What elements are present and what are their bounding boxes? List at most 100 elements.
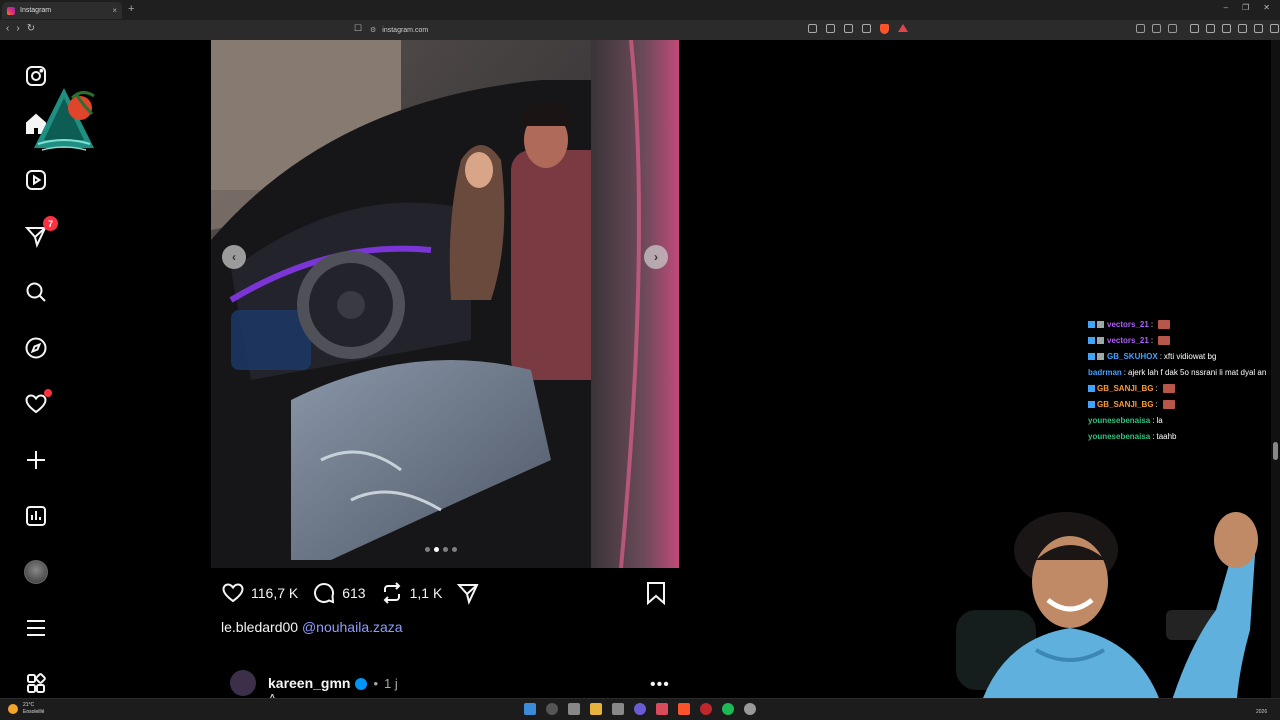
notifications-heart-icon[interactable] — [22, 389, 52, 418]
more-options-icon[interactable]: ••• — [650, 676, 670, 694]
nav-buttons: ‹ › ↻ — [6, 23, 35, 34]
dashboard-icon[interactable] — [22, 502, 50, 530]
chat-message: younesebenaisa : la — [1088, 412, 1280, 428]
taskbar-apps — [524, 703, 756, 715]
zoom-icon[interactable] — [844, 24, 853, 33]
search-icon[interactable] — [546, 703, 558, 715]
sidebar-icon[interactable] — [1206, 24, 1215, 33]
wallet-icon[interactable] — [1238, 24, 1247, 33]
window-controls: – ❐ ✕ — [1224, 3, 1270, 12]
caption-username[interactable]: le.bledard00 — [221, 619, 298, 635]
also-from-meta-icon[interactable] — [22, 670, 50, 698]
chat-message: GB_SANJI_BG : — [1088, 380, 1280, 396]
chat-username: GB_SANJI_BG — [1097, 399, 1154, 409]
weather-condition: Ensoleillé — [23, 709, 45, 715]
profile-avatar[interactable] — [22, 558, 50, 586]
chat-emote-icon — [1158, 335, 1171, 345]
chat-message: GB_SKUHOX : xfti vidiowat bg — [1088, 348, 1280, 364]
create-icon[interactable] — [22, 446, 50, 474]
site-info-icon[interactable]: ⚙ — [370, 26, 376, 34]
obs-icon[interactable] — [700, 703, 712, 715]
scrollbar-thumb[interactable] — [1273, 442, 1278, 460]
close-window-button[interactable]: ✕ — [1263, 3, 1270, 12]
chat-badge-icon — [1088, 400, 1095, 408]
chat-message: GB_SANJI_BG : — [1088, 396, 1280, 412]
messages-icon[interactable]: 7 — [22, 216, 58, 250]
file-explorer-icon[interactable] — [590, 703, 602, 715]
chat-text: : — [1152, 431, 1155, 441]
more-menu-icon[interactable] — [22, 614, 50, 642]
vpn-shield-icon[interactable] — [1270, 24, 1279, 33]
extension-icon[interactable] — [1168, 24, 1177, 33]
new-tab-button[interactable]: + — [128, 3, 134, 15]
maximize-button[interactable]: ❐ — [1242, 3, 1249, 12]
carousel-dot — [434, 547, 439, 552]
verified-badge-icon — [355, 678, 368, 690]
comment-username[interactable]: kareen_gmn — [268, 675, 350, 691]
chat-emote-icon — [1162, 383, 1175, 393]
forward-icon[interactable]: › — [16, 23, 19, 34]
carousel-next-button[interactable]: › — [644, 245, 668, 269]
post-image[interactable]: ‹ › — [211, 40, 679, 568]
extension-icon[interactable] — [1152, 24, 1161, 33]
reels-icon[interactable] — [22, 166, 50, 194]
chat-text: : — [1150, 319, 1154, 329]
minimize-button[interactable]: – — [1224, 3, 1228, 12]
spotify-icon[interactable] — [722, 703, 734, 715]
store-icon[interactable] — [612, 703, 624, 715]
carousel-dot — [425, 547, 430, 552]
cast-icon[interactable] — [826, 24, 835, 33]
comment-avatar[interactable] — [230, 670, 256, 696]
chat-message: vectors_21 : — [1088, 316, 1280, 332]
reload-icon[interactable]: ↻ — [27, 23, 35, 34]
translate-icon[interactable] — [808, 24, 817, 33]
share-icon[interactable] — [862, 24, 871, 33]
brave-rewards-icon[interactable] — [898, 24, 908, 32]
windows-taskbar: 21°C Ensoleillé 2026 — [0, 698, 1280, 720]
save-button[interactable] — [645, 581, 667, 610]
media-icon[interactable] — [1190, 24, 1199, 33]
carousel-dot — [443, 547, 448, 552]
avatar — [24, 560, 48, 584]
comment-button[interactable]: 613 — [312, 581, 366, 605]
sun-icon — [8, 704, 18, 714]
tab-close-icon[interactable]: × — [112, 6, 117, 15]
vpn-icon[interactable] — [1136, 24, 1145, 33]
repost-count: 1,1 K — [409, 585, 443, 601]
start-icon[interactable] — [524, 703, 536, 715]
caption-mention[interactable]: @nouhaila.zaza — [302, 619, 403, 635]
tab-instagram[interactable]: Instagram × — [2, 2, 122, 19]
leo-icon[interactable] — [1254, 24, 1263, 33]
taskbar-clock[interactable]: 2026 — [1256, 709, 1267, 715]
back-icon[interactable]: ‹ — [6, 23, 9, 34]
chat-message-text: la — [1156, 415, 1163, 425]
brave-shields-icon[interactable] — [880, 24, 889, 34]
instagram-favicon-icon — [7, 6, 15, 15]
explore-icon[interactable] — [22, 334, 50, 362]
url-text[interactable]: instagram.com — [382, 27, 428, 34]
chat-username: younesebenaisa — [1088, 431, 1151, 441]
bookmark-icon[interactable]: ☐ — [354, 23, 362, 34]
webcam-overlay — [956, 512, 1258, 720]
steam-icon[interactable] — [744, 703, 756, 715]
search-icon[interactable] — [22, 278, 50, 306]
chat-username: GB_SKUHOX — [1107, 351, 1158, 361]
bookmark-save-icon — [647, 582, 665, 606]
weather-widget[interactable]: 21°C Ensoleillé — [8, 702, 44, 716]
toolbar-right-icons — [1190, 24, 1280, 33]
like-button[interactable]: 116,7 K — [221, 581, 298, 605]
share-button[interactable] — [456, 581, 480, 605]
repost-button[interactable]: 1,1 K — [380, 581, 443, 605]
comment-separator: • — [373, 675, 379, 691]
chat-text: : — [1123, 367, 1127, 377]
chat-message: younesebenaisa : taahb — [1088, 428, 1280, 444]
address-bar-actions — [808, 24, 908, 34]
chat-emote-icon — [1162, 399, 1175, 409]
task-view-icon[interactable] — [568, 703, 580, 715]
tab-title: Instagram — [20, 7, 52, 14]
brave-browser-icon[interactable] — [678, 703, 690, 715]
reading-list-icon[interactable] — [1222, 24, 1231, 33]
discord-icon[interactable] — [634, 703, 646, 715]
app-icon[interactable] — [656, 703, 668, 715]
carousel-prev-button[interactable]: ‹ — [222, 245, 246, 269]
